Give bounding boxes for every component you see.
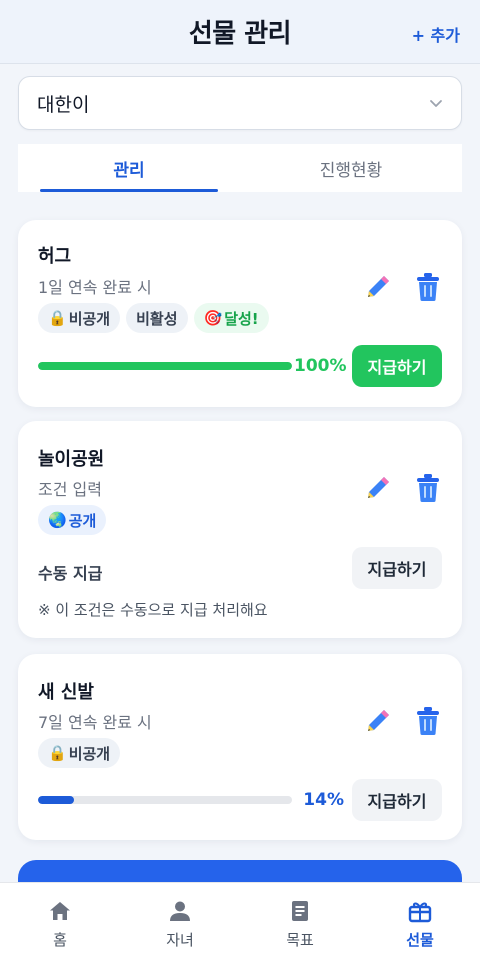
pencil-icon (368, 710, 389, 731)
edit-button[interactable] (362, 472, 394, 504)
delete-button[interactable] (412, 472, 444, 504)
person-icon (170, 901, 190, 921)
nav-label: 선물 (406, 931, 434, 949)
child-select-value: 대한이 (37, 93, 90, 116)
badge-label: 공개 (68, 511, 97, 530)
gift-badges: 🌏 공개 (38, 505, 107, 535)
page-title: 선물 관리 (188, 19, 292, 49)
inactive-badge: 비활성 (126, 303, 188, 333)
pencil-icon (368, 276, 389, 297)
progress-fill (38, 796, 74, 804)
add-gift-button[interactable]: + 추가 (412, 22, 460, 46)
gift-card: 허그 1일 연속 완료 시 🔒 비공개 비활성 🎯 달성! 100% 지급하기 (18, 220, 462, 407)
progress-percent: 14% (303, 790, 344, 810)
badge-label: 달성! (224, 309, 259, 328)
trash-icon (417, 273, 439, 301)
achieved-badge: 🎯 달성! (193, 303, 269, 333)
progress-percent: 100% (294, 356, 347, 376)
gift-name: 허그 (38, 246, 72, 267)
nav-goals[interactable]: 목표 (240, 883, 360, 969)
nav-label: 홈 (53, 931, 67, 949)
tab-progress[interactable]: 진행현황 (240, 144, 462, 192)
badge-label: 비활성 (136, 309, 178, 328)
manual-pay-label: 수동 지급 (38, 564, 103, 583)
edit-button[interactable] (362, 705, 394, 737)
delete-button[interactable] (412, 705, 444, 737)
private-badge: 🔒 비공개 (38, 738, 121, 768)
trash-icon (417, 707, 439, 735)
bottom-nav: 홈 자녀 목표 선물 (0, 882, 480, 969)
gift-badges: 🔒 비공개 비활성 🎯 달성! (38, 303, 269, 333)
nav-gifts[interactable]: 선물 (360, 883, 480, 969)
home-icon (50, 902, 70, 920)
gift-condition: 1일 연속 완료 시 (38, 278, 152, 297)
progress-fill (38, 362, 292, 370)
gift-condition: 7일 연속 완료 시 (38, 713, 152, 732)
pay-button[interactable]: 지급하기 (352, 779, 442, 821)
gift-condition: 조건 입력 (38, 480, 102, 499)
globe-icon: 🌏 (48, 511, 67, 529)
nav-home[interactable]: 홈 (0, 883, 120, 969)
tab-bar: 관리 진행현황 (18, 144, 462, 192)
private-badge: 🔒 비공개 (38, 303, 121, 333)
nav-label: 목표 (286, 931, 314, 949)
progress-bar (38, 362, 292, 370)
gift-name: 새 신발 (38, 682, 94, 703)
public-badge: 🌏 공개 (38, 505, 107, 535)
lock-icon: 🔒 (48, 309, 67, 327)
gift-badges: 🔒 비공개 (38, 738, 121, 768)
child-select[interactable]: 대한이 (18, 76, 462, 130)
pay-button[interactable]: 지급하기 (352, 345, 442, 387)
gift-name: 놀이공원 (38, 449, 105, 470)
badge-label: 비공개 (68, 744, 111, 763)
pencil-icon (368, 477, 389, 498)
manual-note: ※ 이 조건은 수동으로 지급 처리해요 (38, 601, 268, 619)
gift-card: 새 신발 7일 연속 완료 시 🔒 비공개 14% 지급하기 (18, 654, 462, 840)
edit-button[interactable] (362, 271, 394, 303)
nav-label: 자녀 (166, 931, 194, 949)
nav-children[interactable]: 자녀 (120, 883, 240, 969)
document-icon (292, 901, 308, 921)
lock-icon: 🔒 (48, 744, 67, 762)
gift-card: 놀이공원 조건 입력 🌏 공개 수동 지급 지급하기 ※ 이 조건은 수동으로 … (18, 421, 462, 638)
target-icon: 🎯 (203, 309, 223, 327)
pay-button[interactable]: 지급하기 (352, 547, 442, 589)
chevron-down-icon (430, 100, 442, 107)
progress-bar (38, 796, 292, 804)
gift-icon (408, 902, 432, 923)
delete-button[interactable] (412, 271, 444, 303)
trash-icon (417, 474, 439, 502)
tab-manage[interactable]: 관리 (18, 144, 240, 192)
badge-label: 비공개 (68, 309, 111, 328)
app-header: 선물 관리 + 추가 (0, 0, 480, 64)
